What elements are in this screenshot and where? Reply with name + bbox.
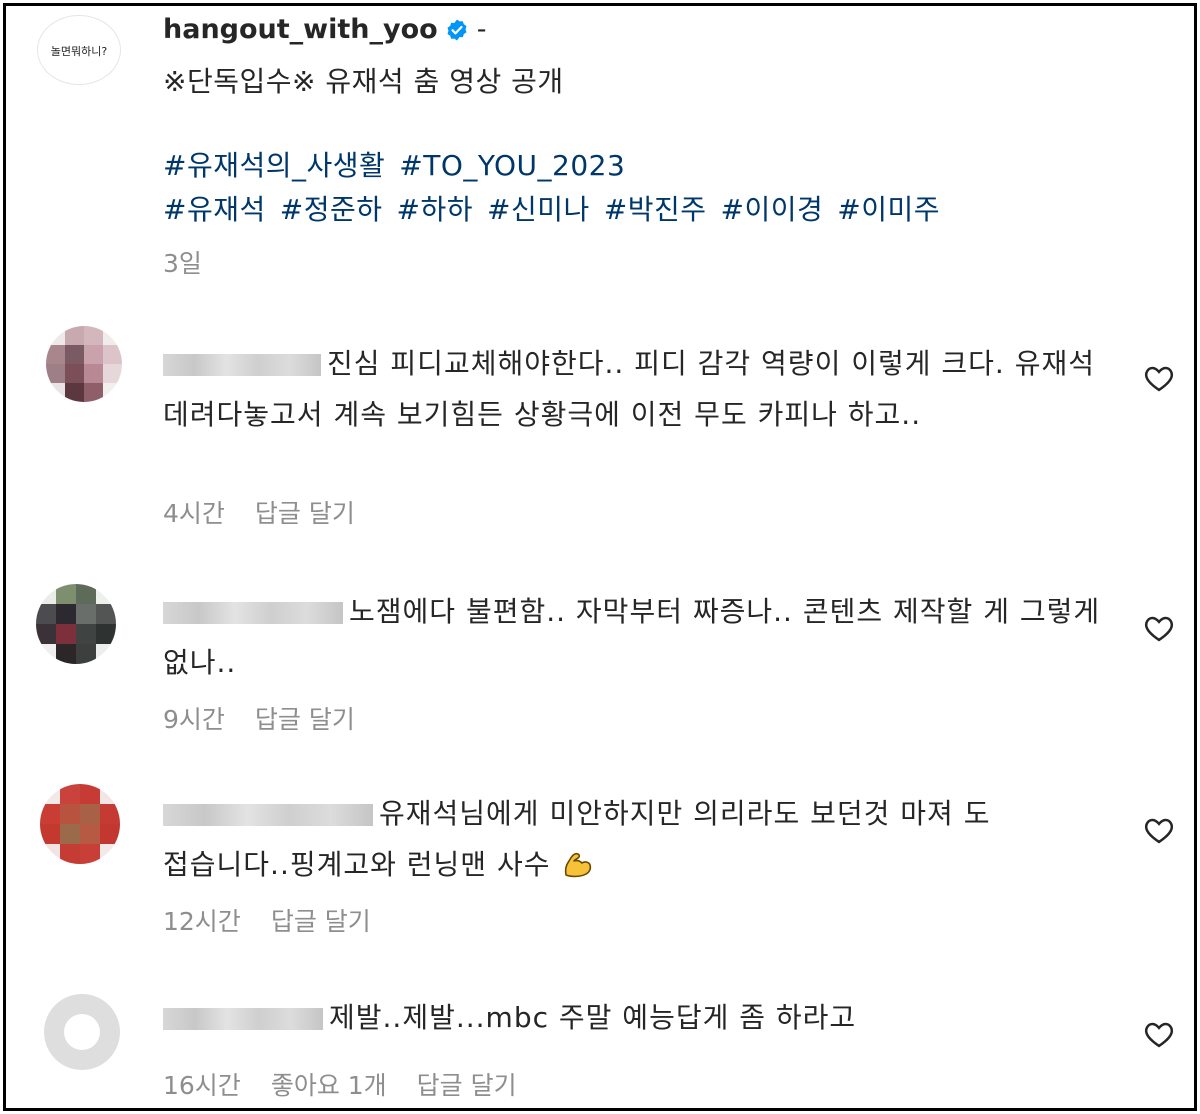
caption-text: ※단독입수※ 유재석 춤 영상 공개: [163, 65, 564, 98]
hashtags-line-2: #유재석 #정준하 #하하 #신미나 #박진주 #이이경 #이미주: [163, 188, 954, 228]
commenter-avatar-blurred[interactable]: [40, 784, 120, 864]
hashtag-link[interactable]: #이미주: [837, 193, 940, 226]
heart-icon[interactable]: [1144, 614, 1174, 642]
comment-meta: 12시간 답글 달기: [163, 902, 371, 938]
verified-badge-icon: [447, 19, 467, 40]
hashtag-link[interactable]: #하하: [397, 193, 473, 226]
username[interactable]: hangout_with_yoo -: [163, 14, 486, 45]
commenter-avatar-blurred[interactable]: [46, 326, 122, 402]
comment-panel: 놀면뭐하니? hangout_with_yoo - ※단독입수※ 유재석 춤 영…: [3, 3, 1197, 1111]
hashtag-link[interactable]: #신미나: [487, 193, 590, 226]
comment-time[interactable]: 12시간: [163, 902, 241, 938]
commenter-username-blurred[interactable]: [163, 804, 373, 826]
flexed-biceps-emoji: [565, 852, 592, 878]
hashtag-link[interactable]: #유재석: [163, 193, 266, 226]
reply-button[interactable]: 답글 달기: [255, 494, 355, 530]
reply-button[interactable]: 답글 달기: [255, 700, 355, 736]
comment-time[interactable]: 4시간: [163, 494, 225, 530]
reply-button[interactable]: 답글 달기: [271, 902, 371, 938]
username-text[interactable]: hangout_with_yoo: [163, 14, 438, 45]
comment-meta: 4시간 답글 달기: [163, 494, 355, 530]
comment-time[interactable]: 9시간: [163, 700, 225, 736]
account-avatar[interactable]: 놀면뭐하니?: [37, 15, 121, 85]
commenter-username-blurred[interactable]: [163, 602, 343, 624]
comment-time[interactable]: 16시간: [163, 1066, 241, 1102]
heart-icon[interactable]: [1144, 364, 1174, 392]
show-logo-icon: 놀면뭐하니?: [51, 44, 108, 58]
commenter-username-blurred[interactable]: [163, 354, 321, 376]
commenter-avatar-blurred[interactable]: [36, 584, 116, 664]
hashtag-link[interactable]: #박진주: [604, 193, 707, 226]
commenter-username-blurred[interactable]: [163, 1008, 323, 1030]
heart-icon[interactable]: [1144, 1020, 1174, 1048]
comment-meta: 16시간 좋아요 1개 답글 달기: [163, 1066, 517, 1102]
hashtag-link[interactable]: #TO_YOU_2023: [399, 149, 625, 182]
svg-text:놀면뭐하니?: 놀면뭐하니?: [51, 44, 108, 58]
hashtag-link[interactable]: #유재석의_사생활: [163, 149, 385, 182]
hashtag-link[interactable]: #이이경: [720, 193, 823, 226]
reply-button[interactable]: 답글 달기: [417, 1066, 517, 1102]
hashtags-line-1: #유재석의_사생활 #TO_YOU_2023: [163, 144, 639, 184]
heart-icon[interactable]: [1144, 816, 1174, 844]
comment-body: 노잼에다 불편함.. 자막부터 짜증나.. 콘텐츠 제작할 게 그렇게 없나..: [163, 586, 1104, 688]
commenter-avatar-blurred[interactable]: [44, 994, 120, 1070]
username-suffix: -: [476, 14, 487, 45]
comment-body: 제발..제발...mbc 주말 예능답게 좀 하라고: [163, 992, 1104, 1043]
comment-text: 제발..제발...mbc 주말 예능답게 좀 하라고: [329, 1001, 857, 1034]
post-time[interactable]: 3일: [163, 244, 202, 280]
comment-body: 유재석님에게 미안하지만 의리라도 보던것 마져 도 접습니다..핑계고와 런닝…: [163, 788, 1104, 890]
hashtag-link[interactable]: #정준하: [280, 193, 383, 226]
comment-meta: 9시간 답글 달기: [163, 700, 355, 736]
comment-body: 진심 피디교체해야한다.. 피디 감각 역량이 이렇게 크다. 유재석 데려다놓…: [163, 338, 1104, 440]
like-count[interactable]: 좋아요 1개: [271, 1066, 387, 1102]
